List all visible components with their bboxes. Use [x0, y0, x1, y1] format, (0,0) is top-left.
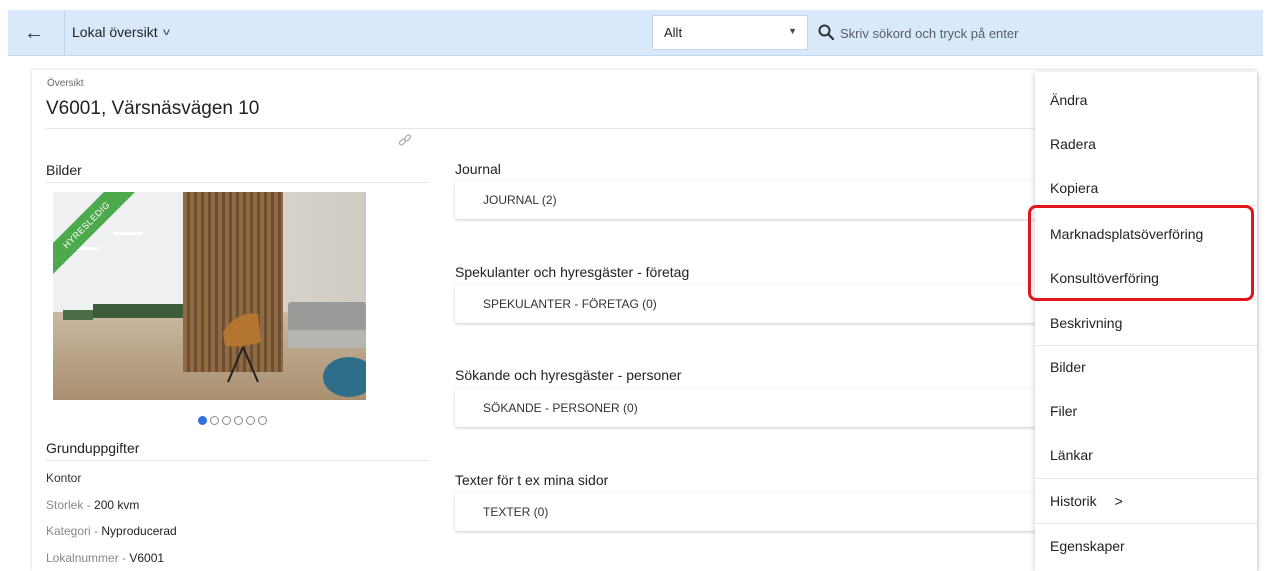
slide-dot[interactable]	[198, 416, 207, 425]
category-value: Nyproducerad	[101, 524, 177, 538]
category-label: Kategori -	[46, 524, 102, 538]
slide-dot[interactable]	[234, 416, 243, 425]
size-value: 200 kvm	[94, 498, 140, 512]
divider	[46, 128, 1046, 129]
size-row: Storlek - 200 kvm	[46, 498, 139, 512]
page-title: V6001, Värsnäsvägen 10	[46, 98, 260, 119]
historik-label: Historik	[1050, 493, 1097, 509]
divider	[46, 182, 428, 183]
divider	[64, 10, 65, 56]
slide-dot[interactable]	[246, 416, 255, 425]
slide-dot[interactable]	[210, 416, 219, 425]
texts-box[interactable]: TEXTER (0)	[455, 493, 1045, 531]
size-label: Storlek -	[46, 498, 95, 512]
persons-section-title: Sökande och hyresgäster - personer	[455, 367, 682, 383]
scope-select-value: Allt	[664, 25, 683, 40]
link-icon[interactable]	[398, 134, 412, 148]
slide-dot[interactable]	[222, 416, 231, 425]
number-label: Lokalnummer -	[46, 551, 130, 565]
actions-menu: Ändra Radera Kopiera Marknadsplatsöverfö…	[1035, 72, 1257, 571]
menu-item-beskrivning[interactable]: Beskrivning	[1035, 315, 1257, 331]
slide-dot[interactable]	[258, 416, 267, 425]
journal-box[interactable]: JOURNAL (2)	[455, 181, 1045, 219]
scope-select[interactable]: Allt ▼	[652, 15, 808, 50]
number-row: Lokalnummer - V6001	[46, 551, 164, 565]
breadcrumb-dropdown[interactable]: Lokal översikt v	[72, 24, 170, 40]
journal-section-title: Journal	[455, 161, 501, 177]
menu-item-radera[interactable]: Radera	[1035, 136, 1257, 152]
number-value: V6001	[129, 551, 165, 565]
menu-item-bilder[interactable]: Bilder	[1035, 359, 1257, 375]
menu-item-lankar[interactable]: Länkar	[1035, 447, 1257, 463]
companies-section-title: Spekulanter och hyresgäster - företag	[455, 264, 690, 280]
slide-indicator	[198, 416, 267, 425]
basic-info-title: Grunduppgifter	[46, 440, 140, 456]
menu-item-egenskaper[interactable]: Egenskaper	[1035, 538, 1257, 554]
divider	[46, 460, 428, 461]
search-input[interactable]	[840, 21, 1260, 45]
persons-box[interactable]: SÖKANDE - PERSONER (0)	[455, 389, 1045, 427]
menu-divider	[1035, 345, 1257, 346]
menu-divider	[1035, 478, 1257, 479]
property-photo[interactable]: HYRESLEDIG	[53, 192, 366, 400]
menu-item-historik[interactable]: Historik >	[1035, 493, 1257, 509]
menu-item-kopiera[interactable]: Kopiera	[1035, 180, 1257, 196]
chevron-down-icon: ▼	[788, 26, 797, 36]
menu-divider	[1035, 523, 1257, 524]
overview-label: Översikt	[47, 78, 84, 89]
category-row: Kategori - Nyproducerad	[46, 524, 177, 538]
texts-section-title: Texter för t ex mina sidor	[455, 472, 609, 488]
images-section-title: Bilder	[46, 162, 82, 178]
menu-item-andra[interactable]: Ändra	[1035, 92, 1257, 108]
arrow-left-icon[interactable]: ←	[20, 20, 48, 46]
chevron-down-icon: v	[162, 26, 170, 38]
top-bar: ← Lokal översikt v Allt ▼	[8, 10, 1263, 56]
chevron-right-icon: >	[1114, 493, 1123, 509]
highlight-box	[1028, 205, 1254, 301]
breadcrumb-label: Lokal översikt	[72, 24, 158, 40]
menu-item-filer[interactable]: Filer	[1035, 403, 1257, 419]
companies-box[interactable]: SPEKULANTER - FÖRETAG (0)	[455, 285, 1045, 323]
search-icon[interactable]	[818, 24, 834, 40]
property-type: Kontor	[46, 471, 82, 485]
